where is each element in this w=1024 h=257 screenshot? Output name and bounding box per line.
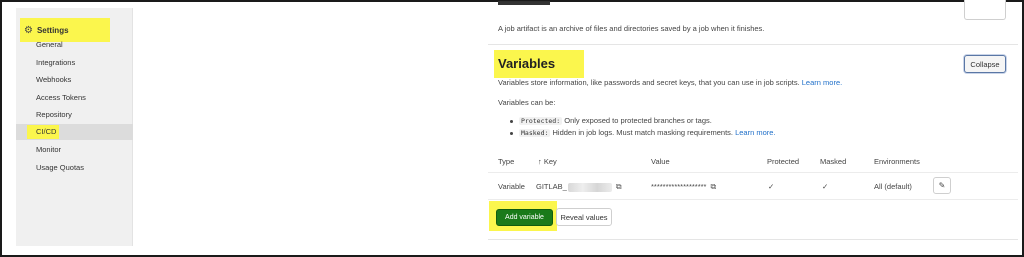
col-header-environments: Environments <box>874 157 920 166</box>
variables-can-be-text: Variables can be: <box>498 98 556 107</box>
main-content: ▬▬▬▬ A job artifact is an archive of fil… <box>488 0 1018 257</box>
bullet-dot <box>510 131 513 135</box>
cell-type: Variable <box>498 182 525 191</box>
redacted-key <box>567 182 612 192</box>
protected-code: Protected: <box>519 117 563 125</box>
table-divider <box>488 172 1018 173</box>
edit-variable-button[interactable]: ✎ <box>933 177 951 194</box>
section-divider <box>488 44 1018 45</box>
masking-learn-more-link[interactable]: Learn more. <box>735 128 775 137</box>
artifacts-section-title-cut: ▬▬▬▬ <box>498 0 550 8</box>
collapse-button[interactable]: Collapse <box>964 55 1006 73</box>
masked-code: Masked: <box>519 129 551 137</box>
cell-masked-check-icon: ✓ <box>822 182 829 191</box>
reveal-values-button[interactable]: Reveal values <box>556 208 612 226</box>
copy-icon[interactable]: ⧉ <box>616 182 622 191</box>
add-variable-button[interactable]: Add variable <box>496 209 553 226</box>
list-item: Protected: Only exposed to protected bra… <box>510 116 712 125</box>
pencil-icon: ✎ <box>938 181 946 190</box>
sidebar-item-repository[interactable]: Repository <box>16 107 133 123</box>
settings-sidebar: ⚙ Settings General Integrations Webhooks… <box>16 8 133 246</box>
artifacts-description: A job artifact is an archive of files an… <box>498 24 765 33</box>
sidebar-item-access-tokens[interactable]: Access Tokens <box>16 90 133 106</box>
bullet-dot <box>510 119 513 123</box>
learn-more-link[interactable]: Learn more. <box>802 78 842 87</box>
cell-protected-check-icon: ✓ <box>768 182 775 191</box>
gear-icon: ⚙ <box>24 24 33 36</box>
col-header-key[interactable]: ↑ Key <box>538 157 557 166</box>
sidebar-item-cicd[interactable]: CI/CD <box>16 124 133 140</box>
col-header-type: Type <box>498 157 515 166</box>
list-item: Masked: Hidden in job logs. Must match m… <box>510 128 776 137</box>
sidebar-item-usage-quotas[interactable]: Usage Quotas <box>16 160 133 176</box>
table-divider <box>488 199 1018 200</box>
sidebar-item-webhooks[interactable]: Webhooks <box>16 72 133 88</box>
sidebar-item-monitor[interactable]: Monitor <box>16 142 133 158</box>
col-header-protected: Protected <box>767 157 800 166</box>
cell-environments: All (default) <box>874 182 912 191</box>
col-header-value: Value <box>651 157 670 166</box>
copy-icon[interactable]: ⧉ <box>710 182 716 191</box>
cell-value: ******************* ⧉ <box>651 182 717 191</box>
cell-key: GITLAB_ ⧉ <box>536 182 622 192</box>
section-divider <box>488 239 1018 240</box>
variables-description: Variables store information, like passwo… <box>498 78 843 87</box>
sidebar-item-integrations[interactable]: Integrations <box>16 55 133 71</box>
col-header-masked: Masked <box>820 157 847 166</box>
variables-title: Variables <box>498 56 556 71</box>
artifacts-expand-button[interactable] <box>964 0 1006 20</box>
sidebar-item-general[interactable]: General <box>16 37 133 53</box>
sidebar-header-label: Settings <box>36 25 69 35</box>
